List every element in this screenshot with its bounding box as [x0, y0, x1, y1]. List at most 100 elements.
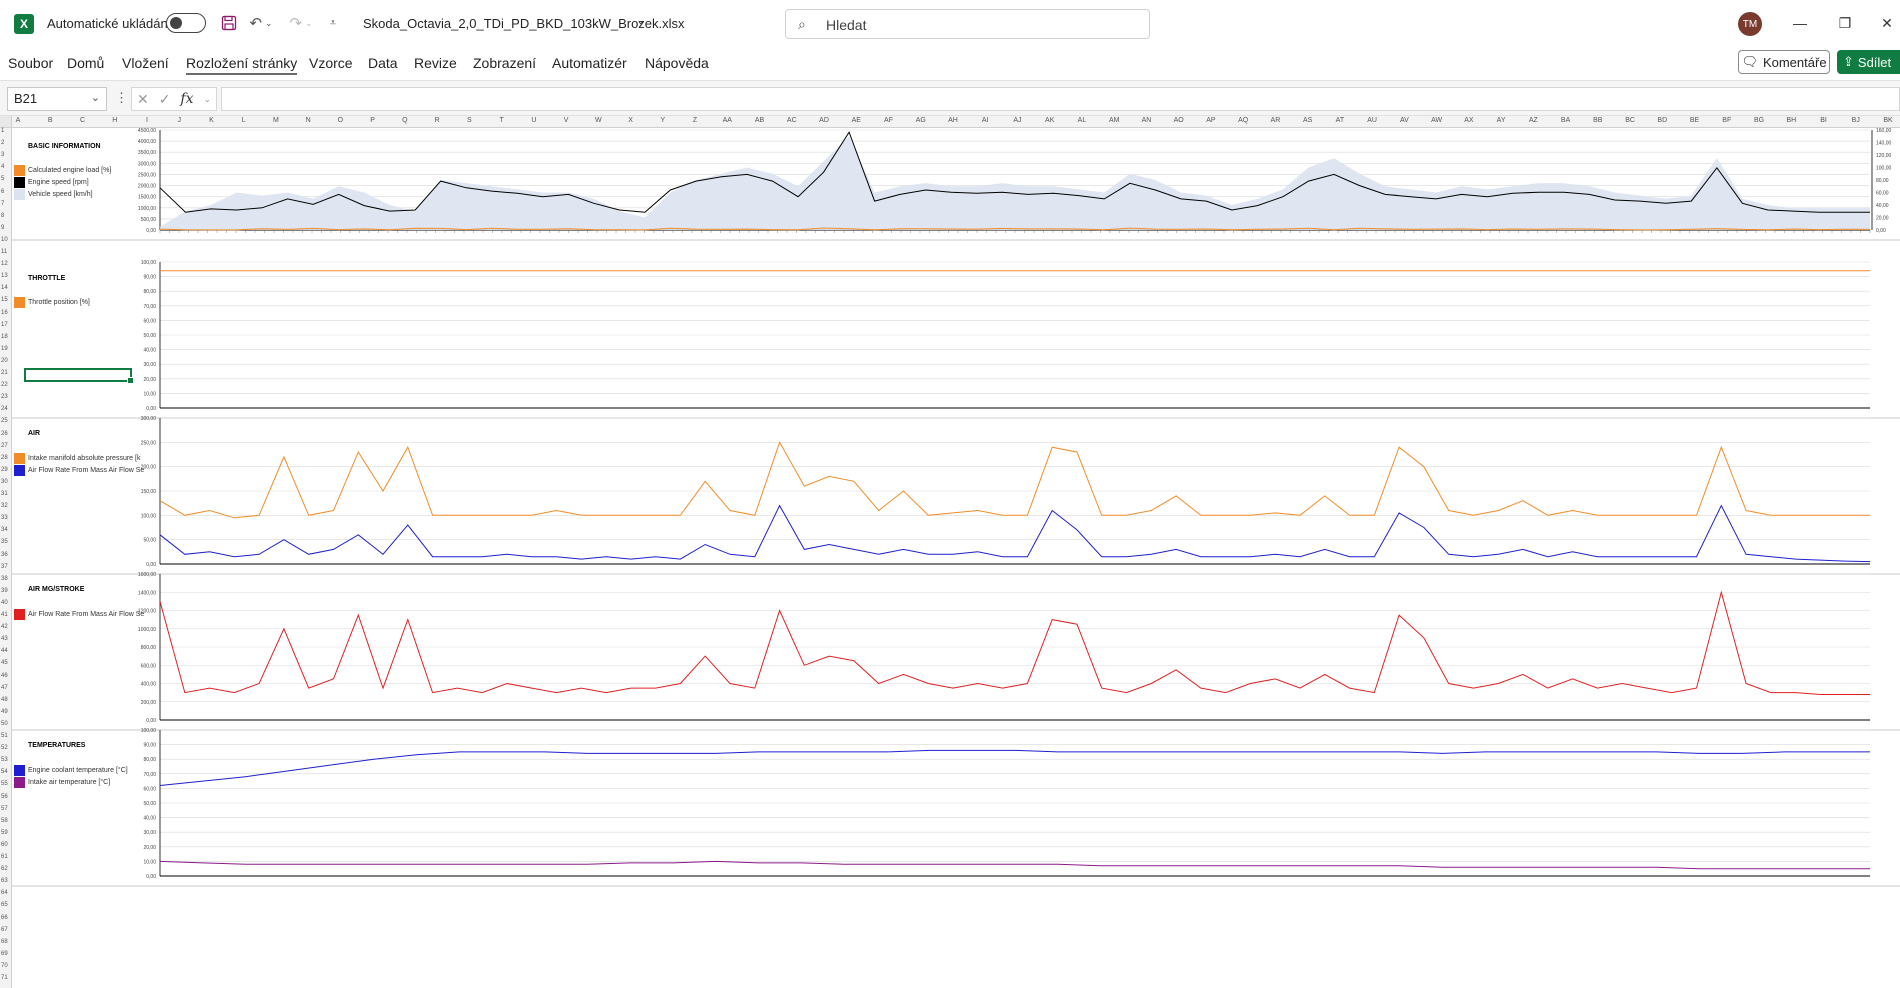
y2-tick-label: 20,00 — [1876, 216, 1889, 222]
selected-cell-b21[interactable] — [24, 368, 134, 384]
title-bar: X Automatické ukládání ↶ ⌄ ↷ ⌄ ⩡ Skoda_O… — [0, 0, 1900, 46]
search-icon: ⌕ — [798, 16, 806, 32]
y-tick-label: 250,00 — [141, 440, 157, 446]
legend-swatch — [14, 296, 25, 308]
customize-toolbar-icon[interactable]: ⩡ — [324, 12, 342, 34]
tab-vlozeni[interactable]: Vložení — [122, 55, 169, 71]
close-icon[interactable]: ✕ — [1872, 12, 1900, 34]
y-tick-label: 300,00 — [141, 416, 157, 422]
tab-rozlozeni-stranky[interactable]: Rozložení stránky — [186, 55, 298, 75]
legend-label: Engine coolant temperature [°C] — [28, 766, 128, 774]
tab-automatizer[interactable]: Automatizér — [552, 55, 627, 71]
legend-swatch — [14, 764, 25, 776]
tab-zobrazeni[interactable]: Zobrazení — [473, 55, 536, 71]
restore-icon[interactable]: ❐ — [1830, 12, 1860, 34]
section-title-throttle: THROTTLE — [28, 275, 66, 282]
legend-swatch — [14, 464, 25, 476]
legend-swatch — [14, 164, 25, 176]
share-label: Sdílet — [1857, 54, 1892, 70]
y-tick-label: 4000,00 — [138, 139, 156, 145]
tab-revize[interactable]: Revize — [414, 55, 457, 71]
y2-tick-label: 140,00 — [1876, 141, 1892, 147]
charts-canvas: 4500,00 4000,00 3500,00 3000,00 2500,00 2000,… — [12, 128, 1900, 887]
legend-label: Engine speed [rpm] — [28, 178, 89, 186]
y-tick-label: 40,00 — [143, 348, 156, 354]
search-input[interactable] — [826, 15, 1126, 35]
y-tick-label: 4500,00 — [138, 128, 156, 134]
y-tick-label: 2500,00 — [138, 172, 156, 178]
minimize-icon[interactable]: — — [1785, 12, 1815, 34]
y-tick-label: 100,00 — [141, 260, 157, 266]
legend-swatch — [14, 188, 25, 200]
y-tick-label: 60,00 — [143, 318, 156, 324]
chart-panel-5: 100,00 90,00 80,00 70,00 60,00 50,00 40,00 30,0… — [12, 728, 1900, 887]
autosave-toggle[interactable] — [166, 13, 206, 33]
cancel-icon[interactable]: ✕ — [137, 91, 149, 108]
enter-check-icon[interactable]: ✓ — [159, 91, 171, 108]
y-tick-label: 90,00 — [143, 275, 156, 281]
share-icon: ⇪ — [1843, 54, 1854, 69]
undo-icon[interactable]: ↶ ⌄ — [246, 12, 276, 34]
legend-swatch — [14, 452, 25, 464]
y-tick-label: 1000,00 — [138, 206, 156, 212]
legend-swatch — [14, 608, 25, 620]
y-tick-label: 20,00 — [143, 377, 156, 383]
redo-icon[interactable]: ↷ ⌄ — [286, 12, 316, 34]
y-tick-label: 30,00 — [143, 362, 156, 368]
y2-tick-label: 0,00 — [1876, 228, 1886, 234]
chart-panel-3: 300,00250,00200,00150,00100,0050,000,00 — [12, 416, 1900, 575]
y-tick-label: 3000,00 — [138, 161, 156, 167]
search-box[interactable]: ⌕ — [785, 9, 1150, 39]
legend-label: Air Flow Rate From Mass Air Flow Se — [28, 466, 145, 474]
tab-vzorce[interactable]: Vzorce — [309, 55, 353, 71]
fx-chevron-down-icon[interactable]: ⌄ — [203, 94, 211, 105]
avatar[interactable]: TM — [1738, 12, 1762, 36]
y-tick-label: 50,00 — [143, 538, 156, 544]
y-tick-label: 600,00 — [141, 663, 157, 669]
y-tick-label: 500,00 — [141, 217, 157, 223]
legend-label: Throttle position [%] — [28, 298, 90, 306]
tab-napoveda[interactable]: Nápověda — [645, 55, 709, 71]
tab-domu[interactable]: Domů — [67, 55, 104, 71]
ribbon-tabs: Soubor Domů Vložení Rozložení stránky Vz… — [0, 46, 1900, 80]
save-icon[interactable] — [218, 12, 240, 34]
series-area-vehicle-speed — [160, 136, 1870, 230]
legend-engine-speed: Engine speed [rpm] — [14, 176, 89, 188]
tab-soubor[interactable]: Soubor — [8, 55, 53, 71]
y-tick-label: 0,00 — [146, 874, 156, 880]
comment-icon: 🗨 — [1741, 54, 1758, 69]
legend-vehicle-speed: Vehicle speed [km/h] — [14, 188, 93, 200]
filename-chevron-down-icon[interactable]: ⌄ — [636, 14, 645, 27]
legend-label: Intake manifold absolute pressure [k — [28, 454, 141, 462]
y2-tick-label: 80,00 — [1876, 178, 1889, 184]
y-tick-label: 1400,00 — [138, 590, 156, 596]
legend-label: Vehicle speed [km/h] — [28, 190, 93, 198]
y2-tick-label: 160,00 — [1876, 128, 1892, 134]
y-tick-label: 2000,00 — [138, 184, 156, 190]
section-title-air: AIR — [28, 430, 41, 437]
name-box[interactable]: B21 ⌄ — [7, 87, 107, 111]
comments-label: Komentáře — [1762, 54, 1827, 70]
tab-data[interactable]: Data — [368, 55, 398, 71]
comments-button[interactable]: 🗨 Komentáře — [1738, 50, 1830, 74]
y-tick-label: 40,00 — [143, 816, 156, 822]
more-options-icon[interactable]: ⋮ — [115, 90, 128, 106]
formula-bar: B21 ⌄ ⋮ ✕ ✓ fx ⌄ — [0, 80, 1900, 116]
formula-input[interactable] — [221, 87, 1900, 111]
series-line-1 — [159, 590, 1870, 695]
legend-air-mg-stroke: Air Flow Rate From Mass Air Flow Se — [14, 608, 144, 620]
toggle-knob — [170, 17, 182, 29]
worksheet-grid[interactable]: A B C H I J K L M N O P Q R S T U V W X Y Z AA AB AC AD AE AF AG AH AI… — [0, 116, 1900, 988]
section-title-air-mg-stroke: AIR MG/STROKE — [28, 586, 85, 593]
name-box-chevron-down-icon[interactable]: ⌄ — [91, 91, 100, 104]
y-tick-label: 70,00 — [143, 304, 156, 310]
name-box-value: B21 — [14, 91, 38, 106]
insert-function-icon[interactable]: fx — [180, 91, 193, 107]
share-button[interactable]: ⇪ Sdílet — [1837, 50, 1900, 74]
chart-panel-1: 4500,00 4000,00 3500,00 3000,00 2500,00 2000,… — [12, 128, 1900, 241]
y-tick-label: 80,00 — [143, 757, 156, 763]
y-tick-label: 90,00 — [143, 743, 156, 749]
formula-actions: ✕ ✓ fx ⌄ — [131, 87, 217, 111]
y-tick-label: 10,00 — [143, 859, 156, 865]
y2-tick-label: 100,00 — [1876, 166, 1892, 172]
